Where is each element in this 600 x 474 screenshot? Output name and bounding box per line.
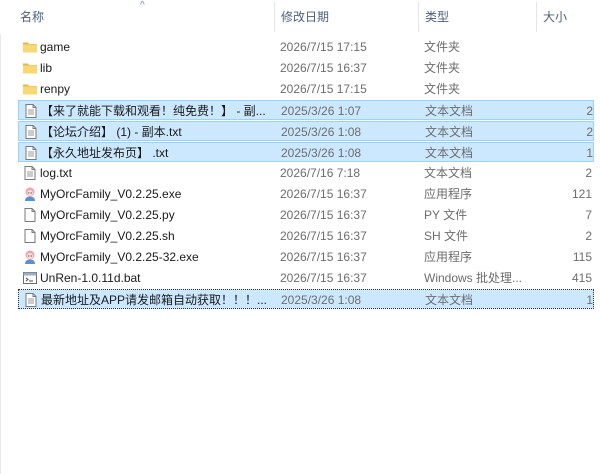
file-type: 应用程序 [424,187,473,201]
file-row[interactable]: MyOrcFamily_V0.2.25.exe 2026/7/15 16:37 应用… [18,184,594,204]
folder-icon [22,81,38,97]
file-type: 文件夹 [424,61,461,75]
file-date: 2025/3/26 1:08 [281,293,362,307]
file-date: 2026/7/15 17:15 [280,40,367,54]
file-row[interactable]: 最新地址及APP请发邮箱自动获取！！！... 2025/3/26 1:08 文本文档… [18,289,594,309]
file-date: 2025/3/26 1:07 [281,104,362,118]
file-size [538,58,592,78]
file-type: 文本文档 [425,146,474,160]
file-size: 415 [571,271,592,285]
file-row[interactable]: MyOrcFamily_V0.2.25.sh 2026/7/15 16:37 SH … [18,226,594,246]
file-size [538,79,592,99]
file-date: 2026/7/15 16:37 [280,187,367,201]
file-row[interactable]: renpy 2026/7/15 17:15 文件夹 [18,79,594,99]
file-type: 文本文档 [425,125,474,139]
sort-ascending-icon: ^ [140,0,145,11]
file-date: 2026/7/15 16:37 [280,250,367,264]
pane-border [0,34,1,474]
file-row[interactable]: 【永久地址发布页】 .txt 2025/3/26 1:08 文本文档 1 [18,142,594,162]
file-name: 最新地址及APP请发邮箱自动获取！！！... [41,293,268,307]
file-type: 应用程序 [424,250,473,264]
column-header-size[interactable]: 大小 [537,0,600,34]
file-type: 文件夹 [424,40,461,54]
file-size: 2 [586,104,593,118]
file-type: SH 文件 [424,229,469,243]
file-date: 2025/3/26 1:08 [281,125,362,139]
blank-file-icon [22,228,38,244]
file-date: 2026/7/15 16:37 [280,61,367,75]
file-name: MyOrcFamily_V0.2.25.sh [40,229,175,243]
file-size: 115 [572,250,592,264]
blank-file-icon [22,207,38,223]
file-size: 1 [586,146,593,160]
file-type: 文本文档 [424,166,473,180]
file-type: 文本文档 [425,293,474,307]
bat-file-icon [22,270,38,286]
file-row[interactable]: MyOrcFamily_V0.2.25.py 2026/7/15 16:37 PY … [18,205,594,225]
app-exe-icon [22,186,38,202]
file-name: 【论坛介绍】 (1) - 副本.txt [41,125,182,139]
file-row[interactable]: game 2026/7/15 17:15 文件夹 [18,37,594,57]
file-name: MyOrcFamily_V0.2.25-32.exe [40,250,199,264]
file-name: 【永久地址发布页】 .txt [41,146,169,160]
app-exe-icon [22,249,38,265]
file-name: UnRen-1.0.11d.bat [40,271,141,285]
text-file-icon [23,145,39,161]
file-row[interactable]: MyOrcFamily_V0.2.25-32.exe 2026/7/15 16:3… [18,247,594,267]
file-type: PY 文件 [424,208,468,222]
file-name: game [40,40,71,54]
file-row[interactable]: UnRen-1.0.11d.bat 2026/7/15 16:37 Windows … [18,268,594,288]
file-date: 2026/7/15 16:37 [280,271,367,285]
file-name: MyOrcFamily_V0.2.25.exe [40,187,182,201]
file-row[interactable]: 【论坛介绍】 (1) - 副本.txt 2025/3/26 1:08 文本文档 2 [18,121,594,141]
column-header-bar: 名称 ^ 修改日期 类型 大小 [0,0,600,34]
file-row[interactable]: lib 2026/7/15 16:37 文件夹 [18,58,594,78]
file-row[interactable]: log.txt 2026/7/16 7:18 文本文档 2 [18,163,594,183]
file-size: 2 [585,166,592,180]
file-size: 1 [586,293,593,307]
text-file-icon [22,165,38,181]
file-size: 7 [585,208,592,222]
file-name: lib [40,61,53,75]
file-size: 121 [571,187,592,201]
file-name: 【来了就能下载和观看！纯免费！】 - 副... [41,104,266,118]
file-date: 2026/7/15 17:15 [280,82,367,96]
text-file-icon [23,103,39,119]
file-date: 2026/7/15 16:37 [280,229,367,243]
text-file-icon [23,124,39,140]
file-name: log.txt [40,166,73,180]
column-header-date[interactable]: 修改日期 [275,0,418,34]
file-row[interactable]: 【来了就能下载和观看！纯免费！】 - 副... 2025/3/26 1:07 文本文… [18,100,594,120]
file-type: 文本文档 [425,104,474,118]
folder-icon [22,39,38,55]
file-date: 2026/7/16 7:18 [280,166,361,180]
file-name: MyOrcFamily_V0.2.25.py [40,208,175,222]
folder-icon [22,60,38,76]
file-name: renpy [40,82,71,96]
file-type: Windows 批处理... [424,271,523,285]
file-date: 2025/3/26 1:08 [281,146,362,160]
file-size: 2 [585,229,592,243]
file-date: 2026/7/15 16:37 [280,208,367,222]
file-size [538,37,592,57]
file-type: 文件夹 [424,82,461,96]
file-size: 2 [586,125,593,139]
text-file-icon [23,292,39,308]
column-header-type[interactable]: 类型 [419,0,536,34]
